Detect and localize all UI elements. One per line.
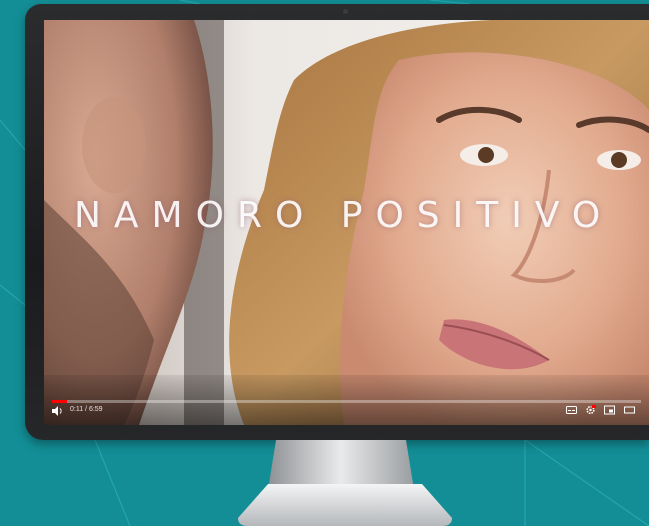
monitor-stand-neck [268, 440, 414, 490]
progress-bar[interactable] [52, 400, 641, 403]
settings-gear-icon[interactable] [585, 405, 596, 415]
video-title-overlay: NAMORO POSITIVO [74, 195, 614, 236]
promo-canvas: NAMORO POSITIVO 0:11 / 6:59 [0, 0, 649, 526]
theater-mode-icon[interactable] [624, 405, 635, 415]
subtitles-icon[interactable] [566, 405, 577, 415]
time-display: 0:11 / 6:59 [70, 406, 103, 413]
miniplayer-icon[interactable] [604, 405, 615, 415]
webcam-dot [343, 9, 348, 14]
progress-played [52, 400, 68, 403]
video-player[interactable]: NAMORO POSITIVO 0:11 / 6:59 [44, 20, 649, 425]
volume-icon[interactable] [52, 406, 64, 416]
monitor-stand-base [238, 484, 452, 526]
